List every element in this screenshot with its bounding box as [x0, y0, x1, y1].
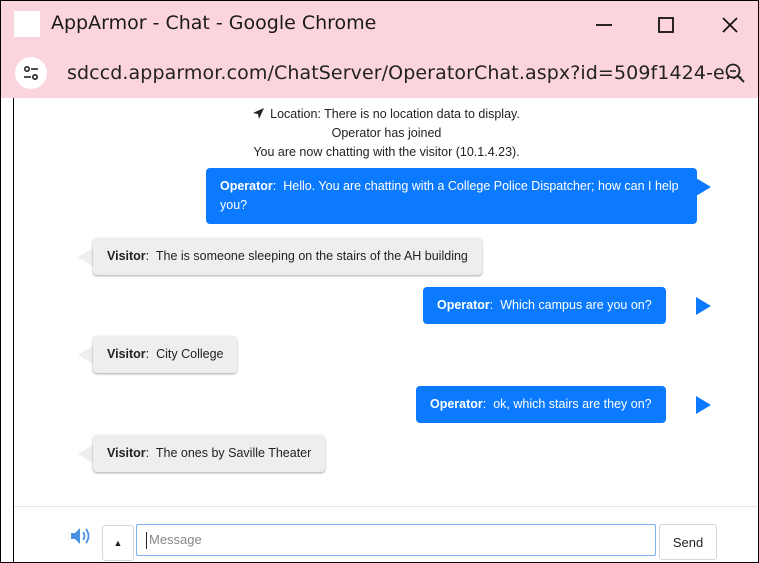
visitor-message: Visitor: City College	[93, 336, 238, 373]
message-text: The ones by Saville Theater	[155, 446, 312, 460]
bubble-tail	[78, 346, 93, 364]
location-arrow-icon	[253, 108, 265, 119]
site-info-button[interactable]	[15, 57, 47, 89]
address-bar: sdccd.apparmor.com/ChatServer/OperatorCh…	[1, 49, 758, 98]
text-cursor	[146, 532, 147, 549]
message-input[interactable]: Message	[136, 524, 656, 556]
message-composer: ▲ Message Send	[14, 506, 758, 562]
chatting-with-text: You are now chatting with the visitor (1…	[253, 145, 520, 159]
zoom-icon	[725, 63, 745, 83]
sender-label: Operator	[220, 179, 273, 193]
bubble-tail	[696, 297, 711, 315]
operator-message: Operator: Which campus are you on?	[423, 287, 666, 324]
location-line: Location: There is no location data to d…	[14, 107, 758, 121]
speaker-icon	[71, 528, 90, 544]
maximize-button[interactable]	[638, 1, 694, 49]
message-text: Which campus are you on?	[500, 298, 652, 312]
message-text: The is someone sleeping on the stairs of…	[155, 249, 468, 263]
title-bar: AppArmor - Chat - Google Chrome	[1, 1, 758, 49]
sender-label: Visitor	[107, 249, 146, 263]
url-text[interactable]: sdccd.apparmor.com/ChatServer/OperatorCh…	[67, 62, 744, 84]
sender-label: Operator	[430, 397, 483, 411]
bubble-tail	[78, 248, 93, 266]
window-title: AppArmor - Chat - Google Chrome	[51, 12, 377, 34]
minimize-icon	[596, 24, 612, 26]
caret-up-icon: ▲	[113, 538, 123, 548]
operator-message: Operator: Hello. You are chatting with a…	[206, 168, 697, 224]
browser-window: AppArmor - Chat - Google Chrome sdccd.ap…	[0, 0, 759, 563]
send-button[interactable]: Send	[659, 524, 717, 560]
sender-label: Operator	[437, 298, 490, 312]
minimize-button[interactable]	[576, 1, 632, 49]
message-text: Hello. You are chatting with a College P…	[220, 179, 679, 212]
operator-message: Operator: ok, which stairs are they on?	[416, 386, 666, 423]
operator-joined-text: Operator has joined	[331, 126, 442, 140]
app-icon	[14, 11, 40, 37]
close-icon	[722, 17, 738, 33]
zoom-button[interactable]	[724, 62, 746, 89]
message-placeholder: Message	[149, 532, 202, 547]
message-text: City College	[156, 347, 224, 361]
sender-label: Visitor	[107, 347, 146, 361]
visitor-message: Visitor: The is someone sleeping on the …	[93, 238, 482, 275]
options-toggle-button[interactable]: ▲	[102, 525, 134, 561]
sound-toggle[interactable]	[70, 527, 94, 550]
location-text: Location: There is no location data to d…	[270, 107, 520, 121]
bubble-tail	[78, 445, 93, 463]
bubble-tail	[696, 396, 711, 414]
maximize-icon	[658, 17, 674, 33]
tune-icon	[23, 65, 39, 81]
message-text: ok, which stairs are they on?	[493, 397, 652, 411]
bubble-tail	[696, 178, 711, 196]
close-button[interactable]	[702, 1, 758, 49]
sender-label: Visitor	[107, 446, 146, 460]
chat-area: Location: There is no location data to d…	[13, 98, 758, 562]
visitor-message: Visitor: The ones by Saville Theater	[93, 435, 326, 472]
